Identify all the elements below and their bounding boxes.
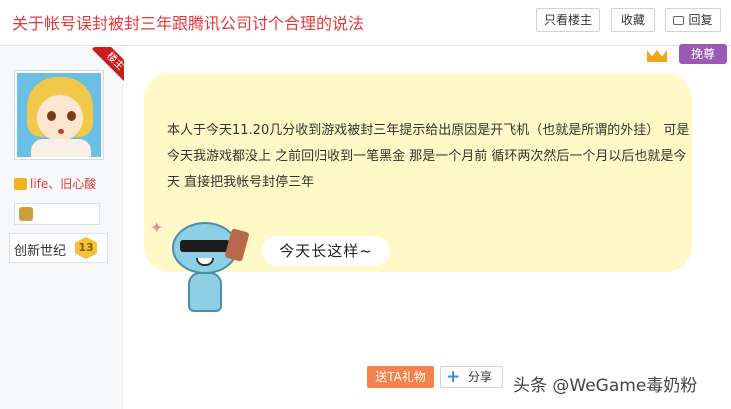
post-content: 本人于今天11.20几分收到游戏被封三年提示给出原因是开飞机（也就是所谓的外挂）…: [167, 123, 690, 190]
reply-label: 回复: [688, 13, 713, 27]
post-title: 关于帐号误封被封三年跟腾讯公司讨个合理的说法: [12, 14, 365, 33]
share-button[interactable]: + 分享: [440, 366, 503, 388]
character-body: [188, 272, 222, 312]
favorite-button[interactable]: 收藏: [611, 8, 655, 32]
op-flag: 楼主: [84, 47, 124, 87]
plus-icon: +: [446, 367, 461, 387]
medal-icon[interactable]: [19, 207, 33, 221]
send-gift-button[interactable]: 送TA礼物: [367, 366, 434, 388]
level-number: 13: [75, 237, 97, 259]
sticker-caption: 今天长这样~: [262, 236, 390, 266]
level-name: 创新世纪: [14, 244, 67, 259]
reply-button[interactable]: 回复: [665, 8, 721, 32]
user-badge-icon: [14, 178, 27, 190]
medal-box: [14, 203, 100, 225]
level-badge: 创新世纪 13: [9, 233, 108, 263]
post-header: 关于帐号误封被封三年跟腾讯公司讨个合理的说法 只看楼主 收藏 回复: [0, 0, 731, 46]
crown-icon: [645, 42, 669, 64]
reply-icon: [673, 16, 685, 25]
username: life、旧心酸: [30, 177, 97, 191]
sparkle-icon: ✦: [150, 218, 164, 237]
sunglasses-icon: [180, 240, 230, 252]
author-sidebar: life、旧心酸 创新世纪 13: [0, 47, 123, 409]
op-flag-label: 楼主: [92, 47, 124, 85]
vip-badge[interactable]: 挽尊: [679, 44, 727, 64]
share-label: 分享: [468, 370, 493, 384]
username-link[interactable]: life、旧心酸: [14, 175, 96, 192]
watermark: 头条 @WeGame毒奶粉: [513, 376, 698, 396]
sticker-image: ✦ 今天长这样~: [150, 212, 390, 322]
only-op-button[interactable]: 只看楼主: [536, 8, 600, 32]
